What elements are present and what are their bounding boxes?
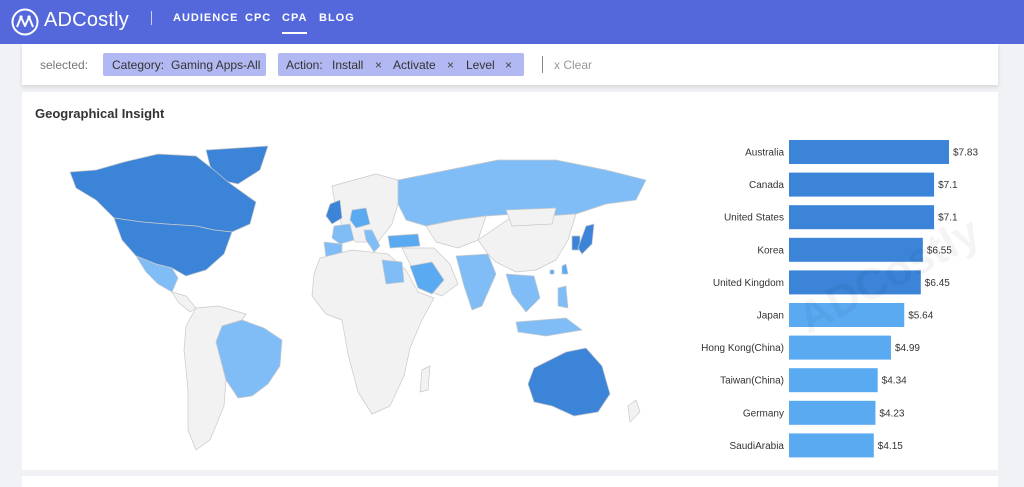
footer-strip (22, 476, 998, 487)
world-map[interactable] (46, 144, 646, 466)
remove-activate-icon[interactable]: × (447, 58, 454, 72)
action-value-activate: Activate (393, 58, 436, 72)
top-navbar: ADCostly AUDIENCE CPC CPA BLOG (0, 0, 1024, 44)
map-mongolia (505, 207, 557, 227)
action-chip-key: Action: (286, 58, 323, 72)
bar[interactable] (789, 172, 935, 197)
clear-filters-button[interactable]: x Clear (554, 58, 592, 72)
bar-category-label: Korea (757, 245, 784, 256)
bar-category-label: Australia (745, 148, 784, 159)
adcostly-logo-icon[interactable] (10, 7, 40, 37)
bar-category-label: United States (724, 213, 784, 224)
map-hong-kong (549, 269, 555, 275)
bar-category-label: Japan (757, 311, 784, 322)
filter-divider (542, 56, 543, 73)
bar-value-label: $4.15 (878, 441, 903, 452)
remove-install-icon[interactable]: × (375, 58, 382, 72)
bar-category-label: Canada (749, 180, 784, 191)
map-madagascar (419, 365, 431, 393)
nav-audience[interactable]: AUDIENCE (173, 12, 238, 24)
selected-label: selected: (40, 58, 89, 72)
bar[interactable] (789, 368, 878, 393)
bar-category-label: Germany (743, 408, 784, 419)
map-central-america (171, 291, 197, 313)
map-egypt (381, 259, 405, 285)
map-turkey (387, 233, 421, 249)
action-chip: Action: Install × Activate × Level × (278, 53, 524, 76)
action-value-level: Level (466, 58, 495, 72)
bar[interactable] (789, 335, 891, 360)
bar-category-label: Taiwan(China) (720, 376, 784, 387)
map-united-kingdom (325, 199, 343, 225)
filter-bar: selected: Category: Gaming Apps-All Acti… (22, 44, 998, 85)
bar[interactable] (789, 433, 874, 458)
bar-value-label: $7.1 (938, 213, 958, 224)
bar[interactable] (789, 205, 935, 230)
bar-value-label: $4.34 (882, 376, 907, 387)
bar[interactable] (789, 140, 949, 164)
bar-value-label: $6.55 (927, 245, 952, 256)
bar[interactable] (789, 270, 921, 295)
bar-value-label: $6.45 (925, 278, 950, 289)
map-indonesia (515, 317, 583, 337)
category-chip-value: Gaming Apps-All (171, 58, 261, 72)
brand-name[interactable]: ADCostly (44, 9, 129, 32)
map-southeast-asia (505, 273, 541, 313)
action-value-install: Install (332, 58, 364, 72)
bar-value-label: $7.83 (953, 148, 978, 159)
map-india (455, 253, 497, 311)
bar[interactable] (789, 400, 876, 425)
map-taiwan (561, 263, 569, 275)
category-chip-key: Category: (112, 58, 165, 72)
bar[interactable] (789, 303, 905, 327)
nav-blog[interactable]: BLOG (319, 12, 355, 24)
bar-value-label: $4.99 (895, 343, 920, 354)
map-france (331, 223, 355, 245)
panel-title: Geographical Insight (35, 106, 165, 121)
remove-level-icon[interactable]: × (505, 58, 512, 72)
map-australia (527, 347, 611, 417)
nav-divider (151, 11, 152, 25)
bar-value-label: $4.23 (879, 408, 904, 419)
map-new-zealand (627, 399, 641, 423)
map-brazil (215, 319, 283, 399)
map-philippines (557, 285, 569, 309)
nav-cpc[interactable]: CPC (245, 12, 271, 24)
category-chip[interactable]: Category: Gaming Apps-All (103, 53, 266, 76)
map-japan (577, 223, 595, 255)
bar-value-label: $7.1 (938, 180, 958, 191)
nav-cpa[interactable]: CPA (282, 12, 308, 34)
geo-insight-panel: Geographical Insight Australia $7.83 Can… (22, 92, 998, 470)
bar-category-label: SaudiArabia (730, 441, 785, 452)
bar-category-label: United Kingdom (713, 278, 784, 289)
bar-category-label: Hong Kong(China) (701, 343, 784, 354)
bar-value-label: $5.64 (908, 311, 933, 322)
cpa-bar-chart: Australia $7.83 Canada $7.1 United States $7.… (701, 140, 978, 458)
bar[interactable] (789, 237, 923, 262)
